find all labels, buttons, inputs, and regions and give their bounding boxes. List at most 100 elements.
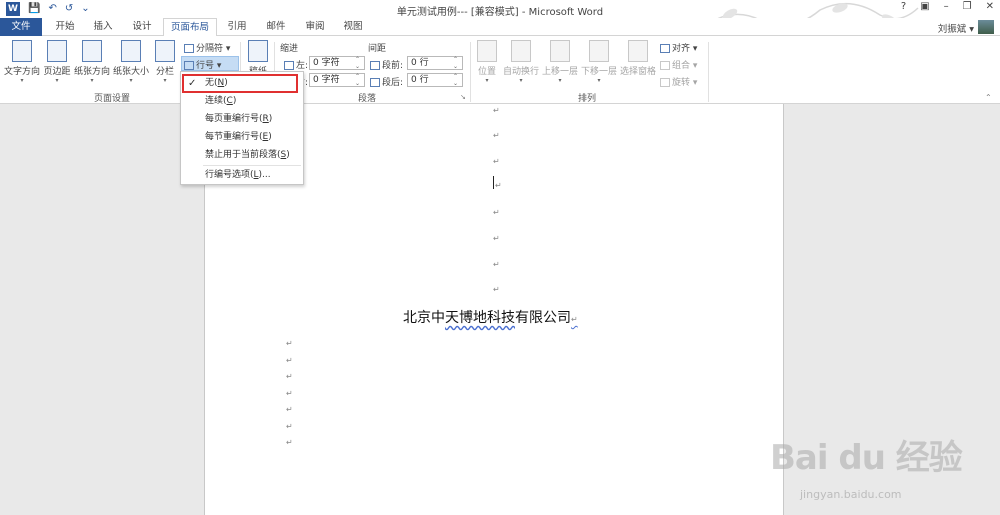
selection-pane-icon	[628, 40, 648, 62]
menu-separator	[203, 165, 301, 166]
menu-item-continuous[interactable]: 连续(C)	[181, 93, 303, 110]
align-button[interactable]: 对齐 ▾	[660, 41, 697, 54]
group-icon	[660, 61, 670, 70]
paragraph-mark: ↵	[495, 181, 502, 190]
paragraph-mark: ↵	[493, 157, 500, 166]
ribbon: 文字方向 ▾ 页边距 ▾ 纸张方向 ▾ 纸张大小 ▾ 分栏 ▾ 分隔符 ▾ 行号…	[0, 36, 1000, 104]
columns-button[interactable]: 分栏 ▾	[153, 40, 177, 85]
selection-pane-button[interactable]: 选择窗格	[619, 40, 657, 77]
avatar[interactable]	[978, 20, 994, 34]
ribbon-display-icon[interactable]: ▣	[920, 1, 929, 12]
spacing-before-input[interactable]: 0 行	[407, 56, 463, 70]
group-label: 组合 ▾	[672, 61, 698, 71]
minimize-icon[interactable]: –	[944, 1, 949, 12]
spacing-after-icon	[370, 78, 380, 87]
send-backward-icon	[589, 40, 609, 62]
bring-forward-button[interactable]: 上移一层 ▾	[541, 40, 579, 85]
page-size-button[interactable]: 纸张大小 ▾	[112, 40, 150, 85]
align-label: 对齐 ▾	[672, 44, 698, 54]
spacing-heading: 间距	[368, 44, 387, 54]
line-numbers-button[interactable]: 行号 ▾	[184, 58, 221, 71]
menu-item-restart-each-page[interactable]: 每页重编行号(R)	[181, 111, 303, 128]
user-name[interactable]: 刘振斌 ▾	[938, 21, 974, 35]
tab-design[interactable]: 设计	[125, 18, 159, 36]
breaks-icon	[184, 44, 194, 53]
paragraph-mark: ↵	[493, 260, 500, 269]
menu-item-line-numbering-options[interactable]: 行编号选项(L)...	[181, 167, 303, 184]
text-direction-button[interactable]: 文字方向 ▾	[3, 40, 41, 85]
paragraph-mark: ↵	[286, 389, 293, 398]
tab-review[interactable]: 审阅	[298, 18, 332, 36]
position-icon	[477, 40, 497, 62]
bring-forward-label: 上移一层	[541, 67, 578, 77]
wrap-text-label: 自动换行	[502, 67, 539, 77]
paragraph-mark: ↵	[493, 106, 500, 115]
baidu-watermark-url: jingyan.baidu.com	[800, 488, 902, 501]
page-setup-group-label: 页面设置	[94, 94, 131, 104]
paragraph-mark: ↵	[286, 356, 293, 365]
indent-left-input[interactable]: 0 字符	[309, 56, 365, 70]
line-numbers-label: 行号 ▾	[196, 61, 222, 71]
menu-item-restart-each-section[interactable]: 每节重编行号(E)	[181, 129, 303, 146]
text-direction-label: 文字方向	[3, 67, 40, 77]
margins-button[interactable]: 页边距 ▾	[42, 40, 72, 85]
rotate-label: 旋转 ▾	[672, 78, 698, 88]
breaks-button[interactable]: 分隔符 ▾	[184, 41, 230, 54]
group-separator	[470, 42, 471, 102]
indent-heading: 缩进	[280, 44, 299, 54]
close-icon[interactable]: ✕	[986, 1, 994, 12]
paragraph-mark: ↵	[286, 405, 293, 414]
paragraph-mark: ↵	[286, 438, 293, 447]
annotation-highlight-box	[182, 74, 298, 93]
send-backward-button[interactable]: 下移一层 ▾	[580, 40, 618, 85]
tab-view[interactable]: 视图	[336, 18, 370, 36]
indent-left-icon	[284, 61, 294, 70]
paragraph-mark: ↵	[286, 422, 293, 431]
page-size-label: 纸张大小	[112, 67, 149, 77]
spacing-after-input[interactable]: 0 行	[407, 73, 463, 87]
tab-page-layout[interactable]: 页面布局	[163, 18, 217, 37]
align-icon	[660, 44, 670, 53]
indent-right-input[interactable]: 0 字符	[309, 73, 365, 87]
columns-icon	[155, 40, 175, 62]
orientation-icon	[82, 40, 102, 62]
orientation-label: 纸张方向	[73, 67, 110, 77]
paragraph-mark: ↵	[493, 285, 500, 294]
window-controls: ? ▣ – ❐ ✕	[901, 1, 994, 12]
tab-mailings[interactable]: 邮件	[259, 18, 293, 36]
baidu-watermark: Bai du 经验	[770, 438, 963, 478]
position-label: 位置	[477, 67, 496, 77]
paragraph-group-label: 段落	[358, 94, 377, 104]
spellcheck-underlined-text: 天博地科技	[445, 310, 515, 326]
orientation-button[interactable]: 纸张方向 ▾	[73, 40, 111, 85]
page-size-icon	[121, 40, 141, 62]
rotate-button[interactable]: 旋转 ▾	[660, 75, 697, 88]
menu-item-suppress-current-paragraph[interactable]: 禁止用于当前段落(S)	[181, 147, 303, 164]
rotate-icon	[660, 78, 670, 87]
paragraph-mark: ↵	[286, 339, 293, 348]
tab-home[interactable]: 开始	[48, 18, 82, 36]
collapse-ribbon-icon[interactable]: ⌃	[985, 93, 992, 102]
position-button[interactable]: 位置 ▾	[474, 40, 500, 85]
spacing-before-label: 段前:	[370, 58, 403, 71]
restore-icon[interactable]: ❐	[963, 1, 972, 12]
send-backward-label: 下移一层	[580, 67, 617, 77]
document-heading[interactable]: 北京中天博地科技有限公司↵	[403, 307, 578, 327]
paragraph-mark: ↵	[493, 208, 500, 217]
paragraph-mark: ↵	[493, 234, 500, 243]
group-button[interactable]: 组合 ▾	[660, 58, 697, 71]
spacing-after-label: 段后:	[370, 75, 403, 88]
tab-insert[interactable]: 插入	[86, 18, 120, 36]
wrap-text-button[interactable]: 自动换行 ▾	[502, 40, 540, 85]
paragraph-dialog-launcher-icon[interactable]: ↘	[460, 93, 466, 101]
help-icon[interactable]: ?	[901, 1, 906, 12]
arrange-group-label: 排列	[578, 94, 597, 104]
breaks-label: 分隔符 ▾	[196, 44, 231, 54]
tab-file[interactable]: 文件	[0, 18, 42, 36]
tab-references[interactable]: 引用	[222, 18, 252, 36]
title-bar: W 💾 ↶ ↺ ⌄ 单元测试用例--- [兼容模式] - Microsoft W…	[0, 0, 1000, 32]
paragraph-mark: ↵	[493, 131, 500, 140]
wrap-text-icon	[511, 40, 531, 62]
line-numbers-icon	[184, 61, 194, 70]
indent-left-label: 左:	[284, 58, 308, 71]
